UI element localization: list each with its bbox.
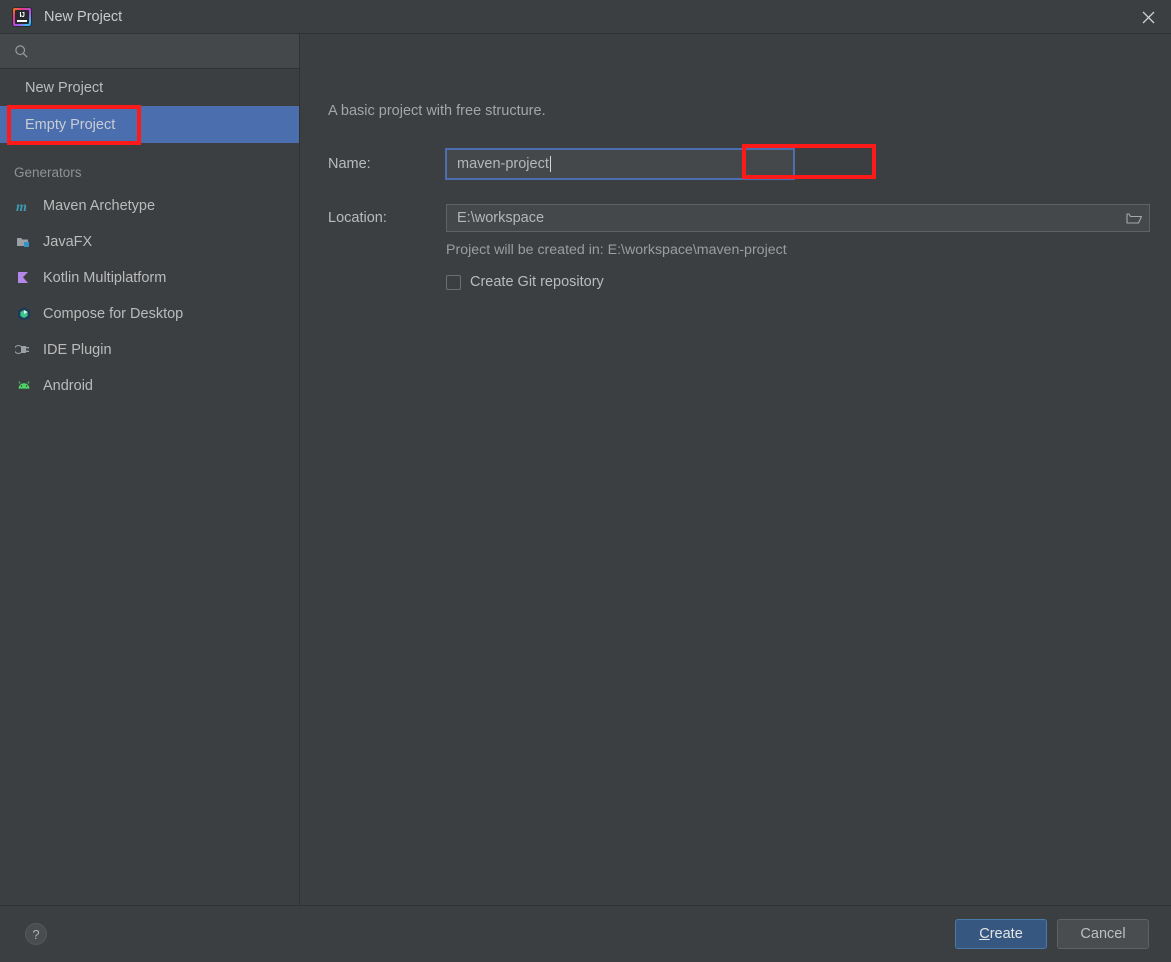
- android-icon: [14, 376, 34, 396]
- cancel-button[interactable]: Cancel: [1057, 919, 1149, 949]
- sidebar-item-label: IDE Plugin: [43, 342, 112, 358]
- project-location-input[interactable]: E:\workspace: [446, 204, 1150, 232]
- generators-section-label: Generators: [14, 164, 82, 180]
- close-icon[interactable]: [1125, 0, 1171, 34]
- sidebar-item-label: JavaFX: [43, 234, 93, 250]
- location-row: Location: E:\workspace: [328, 203, 1171, 233]
- project-name-input[interactable]: maven-project: [446, 149, 794, 179]
- project-description: A basic project with free structure.: [328, 103, 546, 119]
- sidebar-item-ide-plugin[interactable]: IDE Plugin: [0, 332, 299, 368]
- kotlin-icon: [14, 268, 34, 288]
- sidebar-item-kotlin-multiplatform[interactable]: Kotlin Multiplatform: [0, 260, 299, 296]
- sidebar-item-label: Android: [43, 378, 93, 394]
- create-button[interactable]: Create: [955, 919, 1047, 949]
- create-button-label: reate: [989, 926, 1023, 942]
- main-panel: A basic project with free structure. Nam…: [300, 34, 1171, 905]
- project-type-list: New Project Empty Project: [0, 69, 299, 143]
- create-git-repository-row[interactable]: Create Git repository: [446, 274, 604, 290]
- help-label: ?: [32, 926, 40, 942]
- sidebar-item-android[interactable]: Android: [0, 368, 299, 404]
- compose-icon: [14, 304, 34, 324]
- cancel-button-label: Cancel: [1080, 926, 1126, 942]
- sidebar-item-empty-project[interactable]: Empty Project: [0, 106, 299, 143]
- sidebar-item-new-project[interactable]: New Project: [0, 69, 299, 106]
- created-in-text: Project will be created in: E:\workspace…: [446, 242, 787, 258]
- create-git-repository-label: Create Git repository: [470, 274, 604, 290]
- new-project-dialog: IJ New Project New Project Empty Project…: [0, 0, 1171, 962]
- sidebar: New Project Empty Project Generators m M…: [0, 34, 300, 905]
- sidebar-item-label: Maven Archetype: [43, 198, 156, 214]
- maven-icon: m: [14, 196, 34, 216]
- sidebar-item-maven-archetype[interactable]: m Maven Archetype: [0, 188, 299, 224]
- intellij-idea-logo-icon: IJ: [13, 7, 31, 26]
- sidebar-item-compose-for-desktop[interactable]: Compose for Desktop: [0, 296, 299, 332]
- create-git-repository-checkbox[interactable]: [446, 274, 461, 290]
- javafx-icon: [14, 232, 34, 252]
- sidebar-item-label: Empty Project: [25, 116, 116, 133]
- name-label: Name:: [328, 156, 371, 172]
- name-row: Name: maven-project: [328, 148, 1171, 180]
- footer-buttons: Create Cancel: [955, 919, 1149, 949]
- help-icon[interactable]: ?: [25, 923, 47, 945]
- svg-text:m: m: [16, 200, 27, 215]
- create-button-mnemonic: C: [979, 926, 990, 942]
- folder-open-icon[interactable]: [1119, 205, 1149, 231]
- text-caret: [549, 156, 551, 172]
- generators-list: m Maven Archetype JavaFX Kotlin Multipla…: [0, 188, 299, 404]
- window-title: New Project: [44, 8, 123, 25]
- dialog-body: New Project Empty Project Generators m M…: [0, 34, 1171, 906]
- sidebar-item-javafx[interactable]: JavaFX: [0, 224, 299, 260]
- title-bar: IJ New Project: [0, 0, 1171, 34]
- sidebar-item-label: Compose for Desktop: [43, 306, 184, 322]
- search-input[interactable]: [14, 34, 299, 68]
- location-label: Location:: [328, 210, 387, 226]
- search-icon: [14, 44, 29, 59]
- sidebar-item-label: New Project: [25, 79, 104, 96]
- project-location-value: E:\workspace: [457, 210, 545, 226]
- ide-plugin-icon: [14, 340, 34, 360]
- sidebar-item-label: Kotlin Multiplatform: [43, 270, 167, 286]
- project-name-value: maven-project: [457, 156, 549, 172]
- footer-bar: ? Create Cancel: [0, 906, 1171, 962]
- search-row[interactable]: [0, 34, 299, 69]
